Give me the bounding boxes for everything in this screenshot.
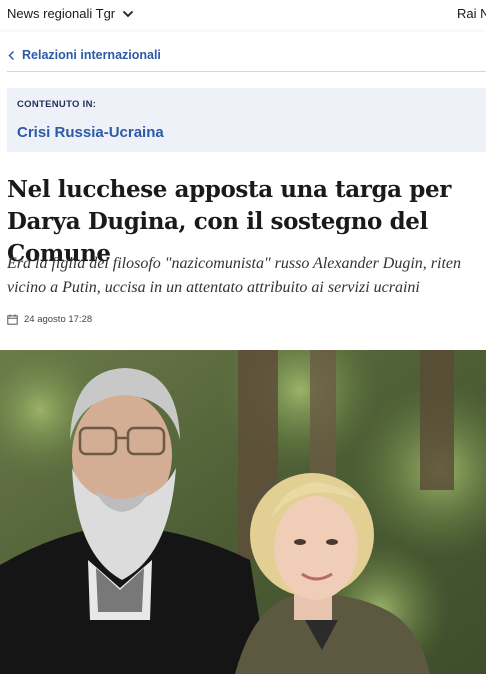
article-photo (0, 350, 486, 674)
content-in-label: CONTENUTO IN: (17, 99, 97, 110)
divider (7, 71, 486, 72)
regional-news-label: News regionali Tgr (7, 6, 116, 21)
article-subtitle-line-2: vicino a Putin, uccisa in un attentato a… (7, 279, 420, 296)
topic-link[interactable]: Crisi Russia-Ucraina (17, 124, 164, 141)
article-subtitle: Era la figlia del filosofo "nazicomunist… (7, 252, 486, 300)
article-date: 24 agosto 17:28 (7, 314, 92, 325)
date-text: 24 agosto 17:28 (24, 314, 93, 325)
top-navigation-bar: News regionali Tgr Rai Ne (0, 0, 486, 30)
content-in-box: CONTENUTO IN: Crisi Russia-Ucraina (7, 88, 486, 152)
rai-news-link[interactable]: Rai Ne (457, 6, 486, 21)
breadcrumb-label: Relazioni internazionali (22, 48, 161, 62)
regional-news-dropdown[interactable]: News regionali Tgr (7, 6, 135, 21)
photo-illustration (0, 350, 486, 674)
chevron-down-icon (123, 10, 134, 17)
chevron-left-icon (8, 50, 15, 60)
article-subtitle-line-1: Era la figlia del filosofo "nazicomunist… (7, 255, 462, 272)
breadcrumb[interactable]: Relazioni internazionali (7, 48, 161, 62)
calendar-icon (7, 314, 18, 325)
